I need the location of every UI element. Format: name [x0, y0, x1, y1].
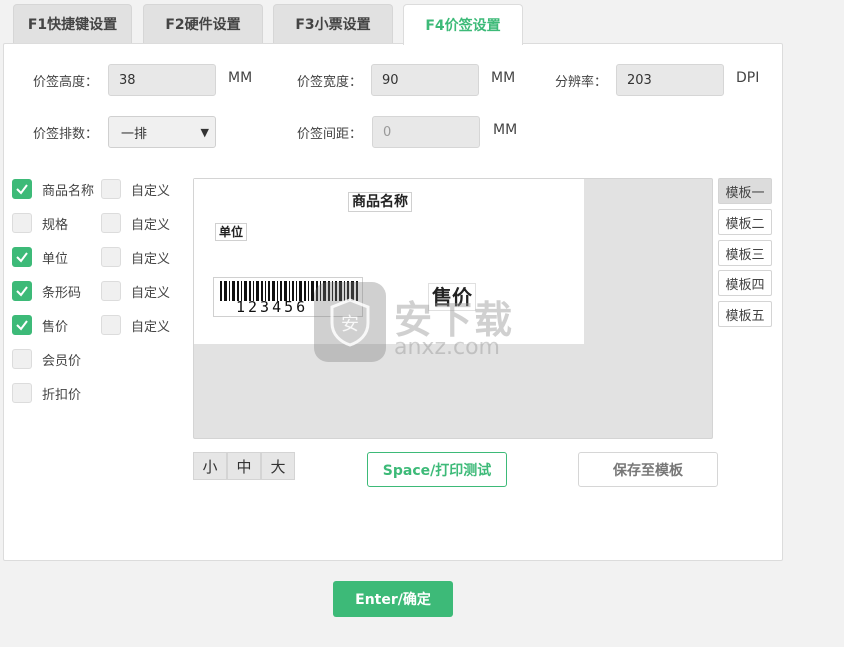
- preview-barcode-number: 123456: [236, 298, 309, 316]
- checkbox-spec[interactable]: [12, 213, 32, 233]
- template-1-button[interactable]: 模板一: [718, 178, 772, 204]
- checkbox-label: 售价: [42, 319, 69, 335]
- checkbox-label: 自定义: [131, 217, 171, 233]
- size-small-button[interactable]: 小: [193, 452, 227, 480]
- svg-text:安: 安: [341, 314, 359, 335]
- preview-product-name[interactable]: 商品名称: [348, 192, 412, 212]
- template-5-button[interactable]: 模板五: [718, 301, 772, 327]
- checkbox-custom-unit[interactable]: [101, 247, 121, 267]
- label-height-label: 价签高度：: [33, 75, 99, 90]
- label-rows-select[interactable]: 一排 ▼: [108, 116, 216, 148]
- label-height-unit: MM: [228, 70, 253, 86]
- custom-row-spec: 自定义: [101, 212, 170, 234]
- tab-f1-shortcuts[interactable]: F1快捷键设置: [13, 4, 132, 43]
- field-row-barcode: 条形码: [12, 280, 81, 302]
- print-test-button[interactable]: Space/打印测试: [367, 452, 507, 487]
- custom-row-price: 自定义: [101, 314, 170, 336]
- custom-row-name: 自定义: [101, 178, 170, 200]
- confirm-button[interactable]: Enter/确定: [333, 581, 453, 617]
- custom-row-unit: 自定义: [101, 246, 170, 268]
- checkbox-discount-price[interactable]: [12, 383, 32, 403]
- checkbox-member-price[interactable]: [12, 349, 32, 369]
- checkbox-label: 单位: [42, 251, 69, 267]
- template-3-button[interactable]: 模板三: [718, 240, 772, 266]
- label-height-input[interactable]: [108, 64, 216, 96]
- resolution-label: 分辨率：: [555, 75, 608, 90]
- label-width-unit: MM: [491, 70, 516, 86]
- label-gap-unit: MM: [493, 122, 518, 138]
- checkbox-price[interactable]: [12, 315, 32, 335]
- label-gap-input[interactable]: [372, 116, 480, 148]
- size-medium-button[interactable]: 中: [227, 452, 261, 480]
- checkbox-label: 会员价: [42, 353, 82, 369]
- dropdown-arrow-icon: ▼: [200, 126, 209, 139]
- field-row-member-price: 会员价: [12, 348, 81, 370]
- checkbox-custom-spec[interactable]: [101, 213, 121, 233]
- field-row-spec: 规格: [12, 212, 68, 234]
- size-large-button[interactable]: 大: [261, 452, 295, 480]
- label-width-input[interactable]: [371, 64, 479, 96]
- watermark-logo: 安: [314, 282, 386, 362]
- checkbox-custom-price[interactable]: [101, 315, 121, 335]
- tab-f4-price-label[interactable]: F4价签设置: [403, 4, 523, 45]
- save-template-button[interactable]: 保存至模板: [578, 452, 718, 487]
- checkbox-unit[interactable]: [12, 247, 32, 267]
- checkbox-label: 商品名称: [42, 183, 95, 199]
- checkbox-label: 规格: [42, 217, 69, 233]
- field-row-name: 商品名称: [12, 178, 94, 200]
- template-4-button[interactable]: 模板四: [718, 270, 772, 296]
- tab-f2-hardware[interactable]: F2硬件设置: [143, 4, 263, 43]
- field-row-discount-price: 折扣价: [12, 382, 81, 404]
- label-gap-label: 价签间距：: [297, 127, 363, 142]
- template-2-button[interactable]: 模板二: [718, 209, 772, 235]
- checkbox-product-name[interactable]: [12, 179, 32, 199]
- watermark-domain: anxz.com: [394, 335, 500, 360]
- label-preview-area: 商品名称 单位 123456 售价: [194, 179, 584, 344]
- checkbox-custom-barcode[interactable]: [101, 281, 121, 301]
- resolution-unit: DPI: [736, 70, 760, 86]
- checkbox-label: 自定义: [131, 285, 171, 301]
- custom-row-barcode: 自定义: [101, 280, 170, 302]
- label-preview-canvas: 商品名称 单位 123456 售价 安 安下载 anxz.com: [193, 178, 713, 439]
- tab-f3-receipt[interactable]: F3小票设置: [273, 4, 393, 43]
- field-row-unit: 单位: [12, 246, 68, 268]
- preview-unit[interactable]: 单位: [215, 223, 248, 241]
- checkbox-label: 条形码: [42, 285, 82, 301]
- checkbox-barcode[interactable]: [12, 281, 32, 301]
- checkbox-label: 折扣价: [42, 387, 82, 403]
- field-row-price: 售价: [12, 314, 68, 336]
- checkbox-label: 自定义: [131, 251, 171, 267]
- checkbox-label: 自定义: [131, 183, 171, 199]
- label-rows-value: 一排: [121, 126, 148, 142]
- checkbox-custom-name[interactable]: [101, 179, 121, 199]
- label-width-label: 价签宽度：: [297, 75, 363, 90]
- checkbox-label: 自定义: [131, 319, 171, 335]
- label-rows-label: 价签排数：: [33, 127, 99, 142]
- resolution-input[interactable]: [616, 64, 724, 96]
- shield-icon: 安: [330, 298, 370, 347]
